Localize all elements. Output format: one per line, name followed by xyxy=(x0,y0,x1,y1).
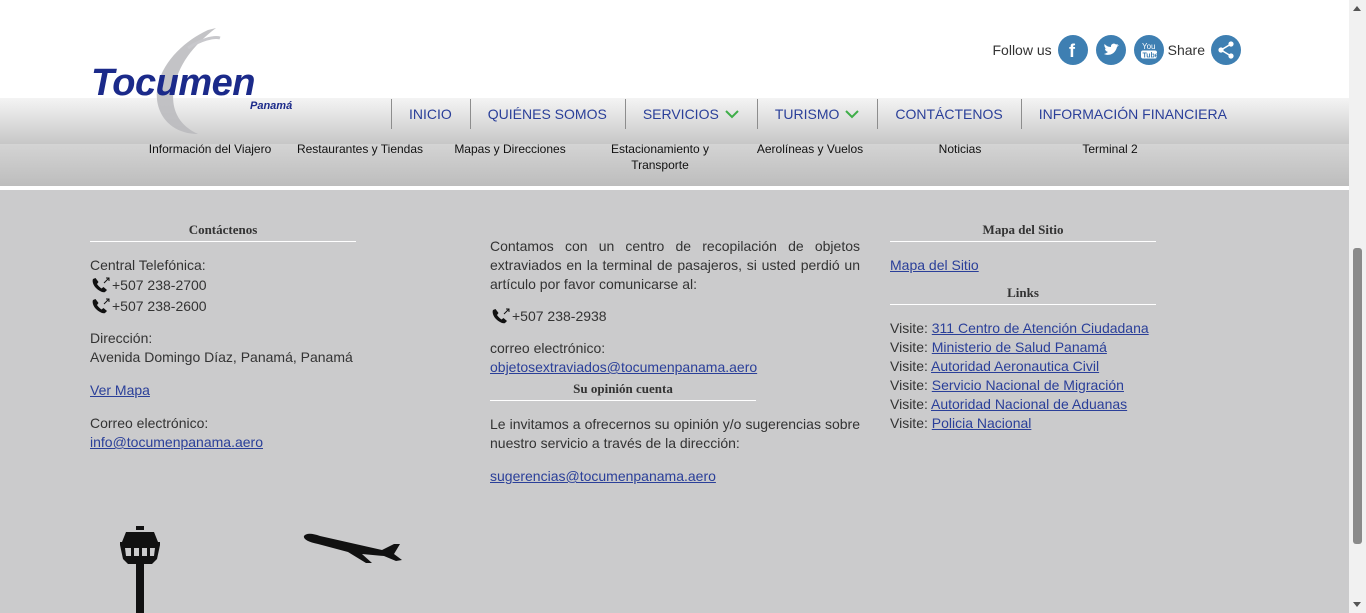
visit-prefix: Visite: xyxy=(890,415,928,431)
chevron-down-icon xyxy=(845,109,860,118)
social-bar: Follow us f You Tube Share xyxy=(993,35,1246,65)
link-aac[interactable]: Autoridad Aeronautica Civil xyxy=(931,358,1099,374)
subnav-terminal-2[interactable]: Terminal 2 xyxy=(1035,141,1185,157)
twitter-icon[interactable] xyxy=(1095,35,1126,65)
list-item: Visite: Servicio Nacional de Migración xyxy=(890,376,1190,395)
scroll-down-icon[interactable] xyxy=(1353,602,1361,607)
subnav-mapas[interactable]: Mapas y Direcciones xyxy=(435,141,585,157)
lost-email-label: correo electrónico: xyxy=(490,340,606,356)
scroll-up-icon[interactable] xyxy=(1353,6,1361,11)
email-label: Correo electrónico: xyxy=(90,415,209,431)
link-minsa[interactable]: Ministerio de Salud Panamá xyxy=(932,339,1107,355)
subnav-noticias[interactable]: Noticias xyxy=(885,141,1035,157)
links-list: Visite: 311 Centro de Atención Ciudadana… xyxy=(890,319,1190,433)
subnav-restaurantes[interactable]: Restaurantes y Tiendas xyxy=(285,141,435,157)
visit-prefix: Visite: xyxy=(890,396,928,412)
sub-nav: Información del Viajero Restaurantes y T… xyxy=(0,141,1349,190)
sitemap-column: Mapa del Sitio Mapa del Sitio Links Visi… xyxy=(890,220,1190,433)
nav-turismo[interactable]: TURISMO xyxy=(756,99,878,129)
nav-label: CONTÁCTENOS xyxy=(895,106,1003,122)
phone-number: +507 238-2938 xyxy=(512,308,607,324)
follow-label: Follow us xyxy=(992,42,1052,58)
vertical-scrollbar[interactable] xyxy=(1349,0,1366,613)
phone-line: +507 238-2700 xyxy=(90,275,390,296)
phone-line: +507 238-2600 xyxy=(90,296,390,317)
link-migracion[interactable]: Servicio Nacional de Migración xyxy=(932,377,1124,393)
lost-email-link[interactable]: objetosextraviados@tocumenpanama.aero xyxy=(490,359,757,375)
visit-prefix: Visite: xyxy=(890,377,928,393)
phone-icon xyxy=(492,308,510,323)
svg-text:Tube: Tube xyxy=(1142,52,1158,59)
share-icon[interactable] xyxy=(1211,35,1241,65)
control-tower-icon xyxy=(120,526,160,613)
nav-label: QUIÉNES SOMOS xyxy=(487,106,607,122)
ver-mapa-link[interactable]: Ver Mapa xyxy=(90,382,150,398)
phone-icon xyxy=(92,298,110,313)
phone-icon xyxy=(92,277,110,292)
chevron-down-icon xyxy=(725,109,739,118)
facebook-icon[interactable]: f xyxy=(1057,35,1088,65)
list-item: Visite: Autoridad Aeronautica Civil xyxy=(890,357,1190,376)
address-label: Dirección: xyxy=(90,330,153,346)
scrollbar-thumb[interactable] xyxy=(1353,248,1362,544)
contact-heading: Contáctenos xyxy=(90,220,356,242)
nav-servicios[interactable]: SERVICIOS xyxy=(624,99,757,129)
contact-column: Contáctenos Central Telefónica: +507 238… xyxy=(90,220,390,452)
address-text: Avenida Domingo Díaz, Panamá, Panamá xyxy=(90,349,353,365)
phone-line: +507 238-2938 xyxy=(490,306,860,327)
svg-text:f: f xyxy=(1069,41,1076,61)
nav-quienes-somos[interactable]: QUIÉNES SOMOS xyxy=(469,99,625,129)
list-item: Visite: Policia Nacional xyxy=(890,414,1190,433)
nav-label: INICIO xyxy=(409,106,452,122)
youtube-icon[interactable]: You Tube xyxy=(1133,35,1164,65)
visit-prefix: Visite: xyxy=(890,339,928,355)
nav-contactenos[interactable]: CONTÁCTENOS xyxy=(877,99,1020,129)
visit-prefix: Visite: xyxy=(890,358,928,374)
list-item: Visite: Ministerio de Salud Panamá xyxy=(890,338,1190,357)
phone-number: +507 238-2700 xyxy=(112,277,207,293)
logo-subtext: Panamá xyxy=(250,100,293,112)
link-311[interactable]: 311 Centro de Atención Ciudadana xyxy=(932,320,1149,336)
sitemap-link[interactable]: Mapa del Sitio xyxy=(890,257,979,273)
nav-label: TURISMO xyxy=(774,106,840,122)
subnav-informacion-viajero[interactable]: Información del Viajero xyxy=(135,141,285,157)
lost-items-column: Contamos con un centro de recopilación d… xyxy=(490,237,860,486)
list-item: Visite: Autoridad Nacional de Aduanas xyxy=(890,395,1190,414)
airplane-icon xyxy=(303,533,402,563)
opinion-email-link[interactable]: sugerencias@tocumenpanama.aero xyxy=(490,468,716,484)
sitemap-heading: Mapa del Sitio xyxy=(890,220,1156,242)
link-policia[interactable]: Policia Nacional xyxy=(932,415,1032,431)
lost-items-text: Contamos con un centro de recopilación d… xyxy=(490,238,860,292)
list-item: Visite: 311 Centro de Atención Ciudadana xyxy=(890,319,1190,338)
phone-number: +507 238-2600 xyxy=(112,298,207,314)
central-label: Central Telefónica: xyxy=(90,257,206,273)
subnav-aerolineas[interactable]: Aerolíneas y Vuelos xyxy=(735,141,885,157)
nav-inicio[interactable]: INICIO xyxy=(391,99,470,129)
opinion-text: Le invitamos a ofrecernos su opinión y/o… xyxy=(490,416,860,451)
nav-label: INFORMACIÓN FINANCIERA xyxy=(1038,106,1227,122)
visit-prefix: Visite: xyxy=(890,320,928,336)
subnav-estacionamiento[interactable]: Estacionamiento y Transporte xyxy=(585,141,735,173)
link-aduanas[interactable]: Autoridad Nacional de Aduanas xyxy=(931,396,1127,412)
nav-label: SERVICIOS xyxy=(642,106,719,122)
opinion-heading: Su opinión cuenta xyxy=(490,379,756,401)
links-heading: Links xyxy=(890,283,1156,305)
logo-text: Tocumen xyxy=(91,62,256,104)
site-logo[interactable]: Tocumen Panamá xyxy=(88,26,318,138)
subnav-label: Estacionamiento y Transporte xyxy=(610,142,710,172)
contact-email-link[interactable]: info@tocumenpanama.aero xyxy=(90,434,263,450)
svg-text:You: You xyxy=(1142,42,1156,51)
site-footer: Contáctenos Central Telefónica: +507 238… xyxy=(0,190,1349,613)
nav-informacion-financiera[interactable]: INFORMACIÓN FINANCIERA xyxy=(1020,99,1245,129)
share-label: Share xyxy=(1167,42,1205,58)
